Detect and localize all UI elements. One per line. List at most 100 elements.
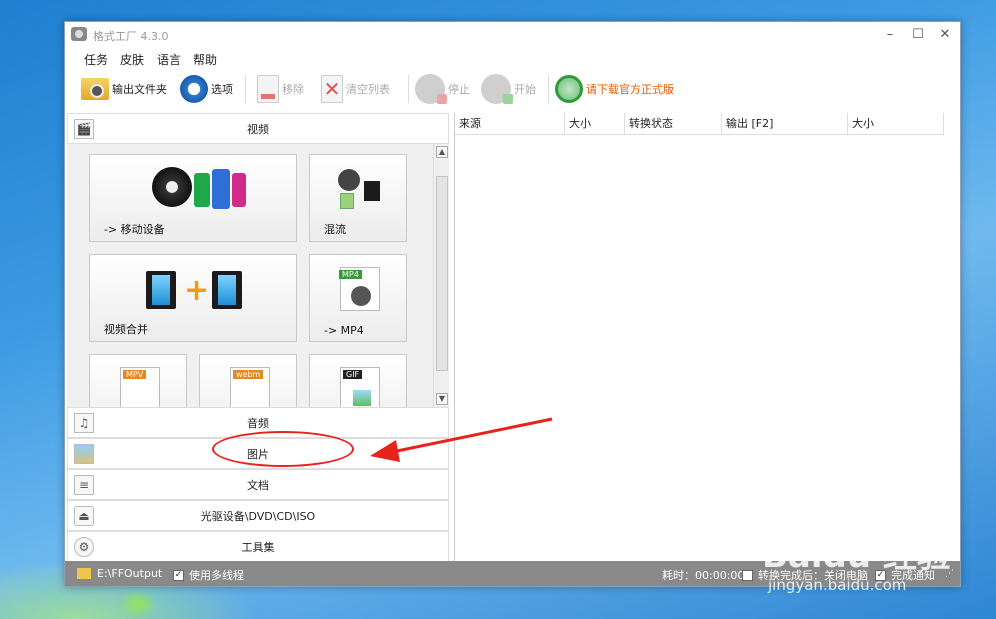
category-document-label: 文档 [247,478,269,492]
clear-list-label: 清空列表 [346,83,390,96]
remove-icon [257,75,279,103]
film-strip-icon [146,271,176,309]
tile-webm[interactable]: webm [199,354,297,407]
annotation-ellipse [212,431,354,467]
disc-drive-icon: ⏏ [74,506,94,526]
film-strip-icon [212,271,242,309]
menu-language[interactable]: 语言 [157,51,181,68]
elapsed-time-label: 耗时：00:00:00 [662,569,745,582]
download-official-button[interactable]: 请下载官方正式版 [555,71,674,107]
output-path[interactable]: E:\FFOutput [77,567,162,580]
video-clapper-icon: 🎬 [74,119,94,139]
remove-button[interactable]: 移除 [257,71,304,107]
tile-mobile-label: -> 移动设备 [104,223,165,236]
picture-icon [74,444,94,464]
category-disc[interactable]: ⏏ 光驱设备\DVD\CD\ISO [67,500,449,531]
document-icon: ≡ [74,475,94,495]
category-document[interactable]: ≡ 文档 [67,469,449,500]
app-icon [71,27,87,41]
elapsed-time: 耗时：00:00:00 [662,567,744,583]
film-reel-icon [351,286,371,306]
watermark-url: jingyan.baidu.com [768,576,907,594]
stop-button[interactable]: 停止 [415,71,470,107]
output-path-label: E:\FFOutput [97,567,163,580]
scroll-thumb[interactable] [436,176,448,371]
desktop-leaf [118,589,158,619]
multithread-checkbox[interactable]: ✓ [173,569,184,581]
tile-mix[interactable]: 混流 [309,154,407,242]
mpv-badge: MPV [123,370,147,379]
stop-icon [415,74,447,104]
start-icon [481,74,513,104]
tile-merge-label: 视频合并 [104,323,148,336]
maximize-button[interactable]: ☐ [906,26,930,44]
menu-bar: 任务 皮肤 语言 帮助 [65,48,960,68]
category-audio-label: 音频 [247,416,269,430]
webm-file-icon: webm [230,367,270,407]
after-finish-checkbox[interactable] [742,569,753,581]
menu-skin[interactable]: 皮肤 [120,51,144,68]
film-reel-icon [338,169,360,191]
music-file-icon [340,193,354,209]
tile-mobile-device[interactable]: -> 移动设备 [89,154,297,242]
toolbar-divider [408,75,409,103]
watermark-brand: Baidu 经验 [762,536,951,576]
column-source[interactable]: 来源 [455,113,565,135]
options-icon [180,75,208,103]
phone-icon [194,173,210,207]
film-reel-icon [152,167,192,207]
menu-help[interactable]: 帮助 [193,51,217,68]
mp4-file-icon: MP4 [339,267,380,311]
options-label: 选项 [211,83,233,96]
column-output[interactable]: 输出 [F2] [722,113,848,135]
folder-icon [81,78,109,100]
start-label: 开始 [514,83,536,96]
scroll-up-arrow-icon[interactable]: ▲ [436,146,448,158]
picture-icon [353,390,371,406]
tile-mp4[interactable]: MP4 -> MP4 [309,254,407,342]
tile-mix-label: 混流 [324,223,346,236]
column-output-size[interactable]: 大小 [848,113,944,135]
output-folder-label: 输出文件夹 [112,83,167,96]
menu-tasks[interactable]: 任务 [84,51,108,68]
category-video[interactable]: 🎬 视频 [67,113,449,144]
download-official-label: 请下载官方正式版 [586,83,674,96]
toolbar-divider [548,75,549,103]
options-button[interactable]: 选项 [180,71,233,107]
close-button[interactable]: ✕ [933,26,957,44]
task-list: 来源 大小 转换状态 输出 [F2] 大小 [454,113,960,562]
webm-badge: webm [233,370,264,379]
remove-label: 移除 [282,83,304,96]
tile-scrollbar[interactable]: ▲ ▼ [433,144,449,407]
column-size[interactable]: 大小 [565,113,625,135]
category-panel: 🎬 视频 -> 移动设备 混流 + 视频合并 MP4 -> MP4 MPV we… [67,113,449,562]
start-button[interactable]: 开始 [481,71,536,107]
minimize-button[interactable]: – [878,26,902,44]
scroll-down-arrow-icon[interactable]: ▼ [436,393,448,405]
multithread-option[interactable]: ✓ 使用多线程 [173,567,244,583]
column-status[interactable]: 转换状态 [625,113,722,135]
toolbar: 输出文件夹 选项 移除 ✕ 清空列表 停止 开始 请下载官方正式版 [65,71,960,109]
app-window: 格式工厂 4.3.0 – ☐ ✕ 任务 皮肤 语言 帮助 输出文件夹 选项 移除… [64,21,961,587]
toolbar-divider [245,75,246,103]
tools-reel-icon: ⚙ [74,537,94,557]
window-title: 格式工厂 4.3.0 [93,30,169,43]
music-note-icon: ♫ [74,413,94,433]
video-tile-grid: -> 移动设备 混流 + 视频合并 MP4 -> MP4 MPV webm GI… [67,144,433,407]
tile-video-merge[interactable]: + 视频合并 [89,254,297,342]
stop-label: 停止 [448,83,470,96]
clear-list-button[interactable]: ✕ 清空列表 [321,71,390,107]
category-tools-label: 工具集 [241,540,275,554]
film-strip-icon [364,181,380,201]
tile-mpv[interactable]: MPV [89,354,187,407]
gif-file-icon: GIF [340,367,380,407]
tile-mp4-label: -> MP4 [324,324,364,337]
multithread-label: 使用多线程 [189,569,244,582]
tile-gif[interactable]: GIF [309,354,407,407]
category-tools[interactable]: ⚙ 工具集 [67,531,449,562]
category-video-label: 视频 [247,122,269,136]
mp4-badge: MP4 [339,270,362,279]
clear-icon: ✕ [321,75,343,103]
phone-icon [212,169,230,209]
output-folder-button[interactable]: 输出文件夹 [81,71,167,107]
